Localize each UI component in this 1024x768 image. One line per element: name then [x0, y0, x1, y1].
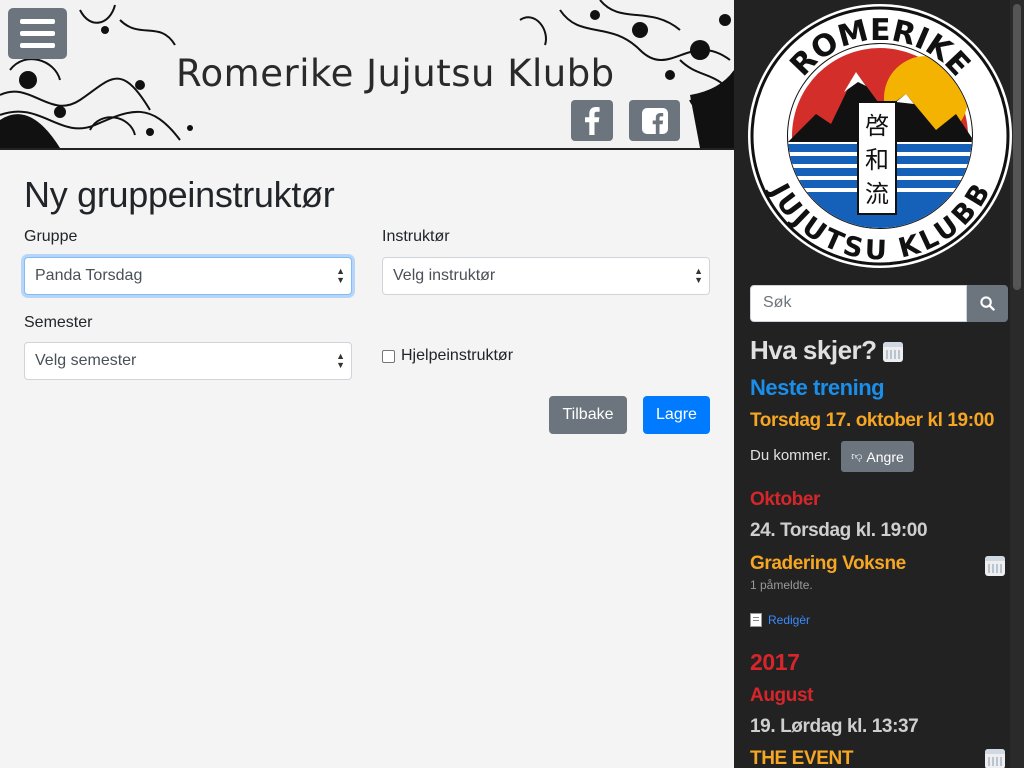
page-title: Ny gruppeinstruktør [24, 174, 335, 215]
calendar-icon[interactable] [883, 342, 904, 363]
facebook-icon [585, 106, 600, 135]
search-box: Søk [750, 285, 1008, 322]
main-content: Ny gruppeinstruktør Gruppe Panda Torsdag… [0, 150, 734, 768]
club-logo[interactable]: 啓 和 流 ROMERIKE JUJUTSU KLUBB [746, 2, 1014, 270]
instructor-select-value: Velg instruktør [393, 267, 496, 284]
sidebar: 啓 和 流 ROMERIKE JUJUTSU KLUBB Søk Hva skj… [734, 0, 1024, 768]
edit-link-row[interactable]: Redigèr [750, 613, 810, 627]
scrollbar-thumb[interactable] [1013, 4, 1021, 290]
site-title[interactable]: Romerike Jujutsu Klubb [176, 52, 615, 95]
next-training-label[interactable]: Neste trening [750, 375, 885, 401]
select-arrows-icon: ▲ ▼ [694, 266, 703, 285]
semester-select-value: Velg semester [35, 352, 137, 369]
logo-kanji-3: 流 [865, 180, 889, 208]
events-heading: Hva skjer? [750, 335, 877, 365]
helper-instructor-checkbox-row[interactable]: Hjelpeinstruktør [382, 347, 513, 365]
menu-button[interactable] [8, 8, 67, 59]
facebook-button[interactable] [571, 100, 613, 141]
back-button[interactable]: Tilbake [549, 396, 627, 434]
facebook-square-icon [641, 107, 668, 134]
site-header: Romerike Jujutsu Klubb [0, 0, 734, 150]
search-icon [980, 296, 995, 311]
logo-kanji-1: 啓 [865, 112, 889, 140]
group-select[interactable]: Panda Torsdag ▲ ▼ [24, 257, 352, 295]
semester-select[interactable]: Velg semester ▲ ▼ [24, 342, 352, 380]
logo-kanji-2: 和 [865, 146, 889, 174]
search-button[interactable] [967, 285, 1008, 322]
document-icon [750, 613, 762, 627]
edit-link[interactable]: Redigèr [768, 613, 810, 627]
attendance-text: Du kommer. [750, 447, 831, 464]
helper-instructor-checkbox[interactable] [382, 349, 395, 363]
hamburger-icon [20, 19, 55, 24]
next-training-date: Torsdag 17. oktober kl 19:00 [750, 410, 994, 431]
semester-label: Semester [24, 314, 93, 331]
select-arrows-icon: ▲ ▼ [336, 351, 345, 370]
instructor-label: Instruktør [382, 228, 450, 245]
undo-attendance-button[interactable]: 👎︎ Angre [841, 441, 914, 472]
instructor-select[interactable]: Velg instruktør ▲ ▼ [382, 257, 710, 295]
save-button[interactable]: Lagre [643, 396, 710, 434]
search-input[interactable]: Søk [750, 285, 967, 322]
undo-label: Angre [866, 448, 904, 465]
thumbs-down-icon: 👎︎ [851, 451, 863, 463]
group-label: Gruppe [24, 228, 78, 245]
group-select-value: Panda Torsdag [35, 267, 143, 284]
events-heading-row: Hva skjer? [750, 335, 904, 366]
helper-instructor-label: Hjelpeinstruktør [401, 347, 514, 364]
facebook-page-button[interactable] [629, 100, 680, 141]
select-arrows-icon: ▲ ▼ [336, 266, 345, 285]
